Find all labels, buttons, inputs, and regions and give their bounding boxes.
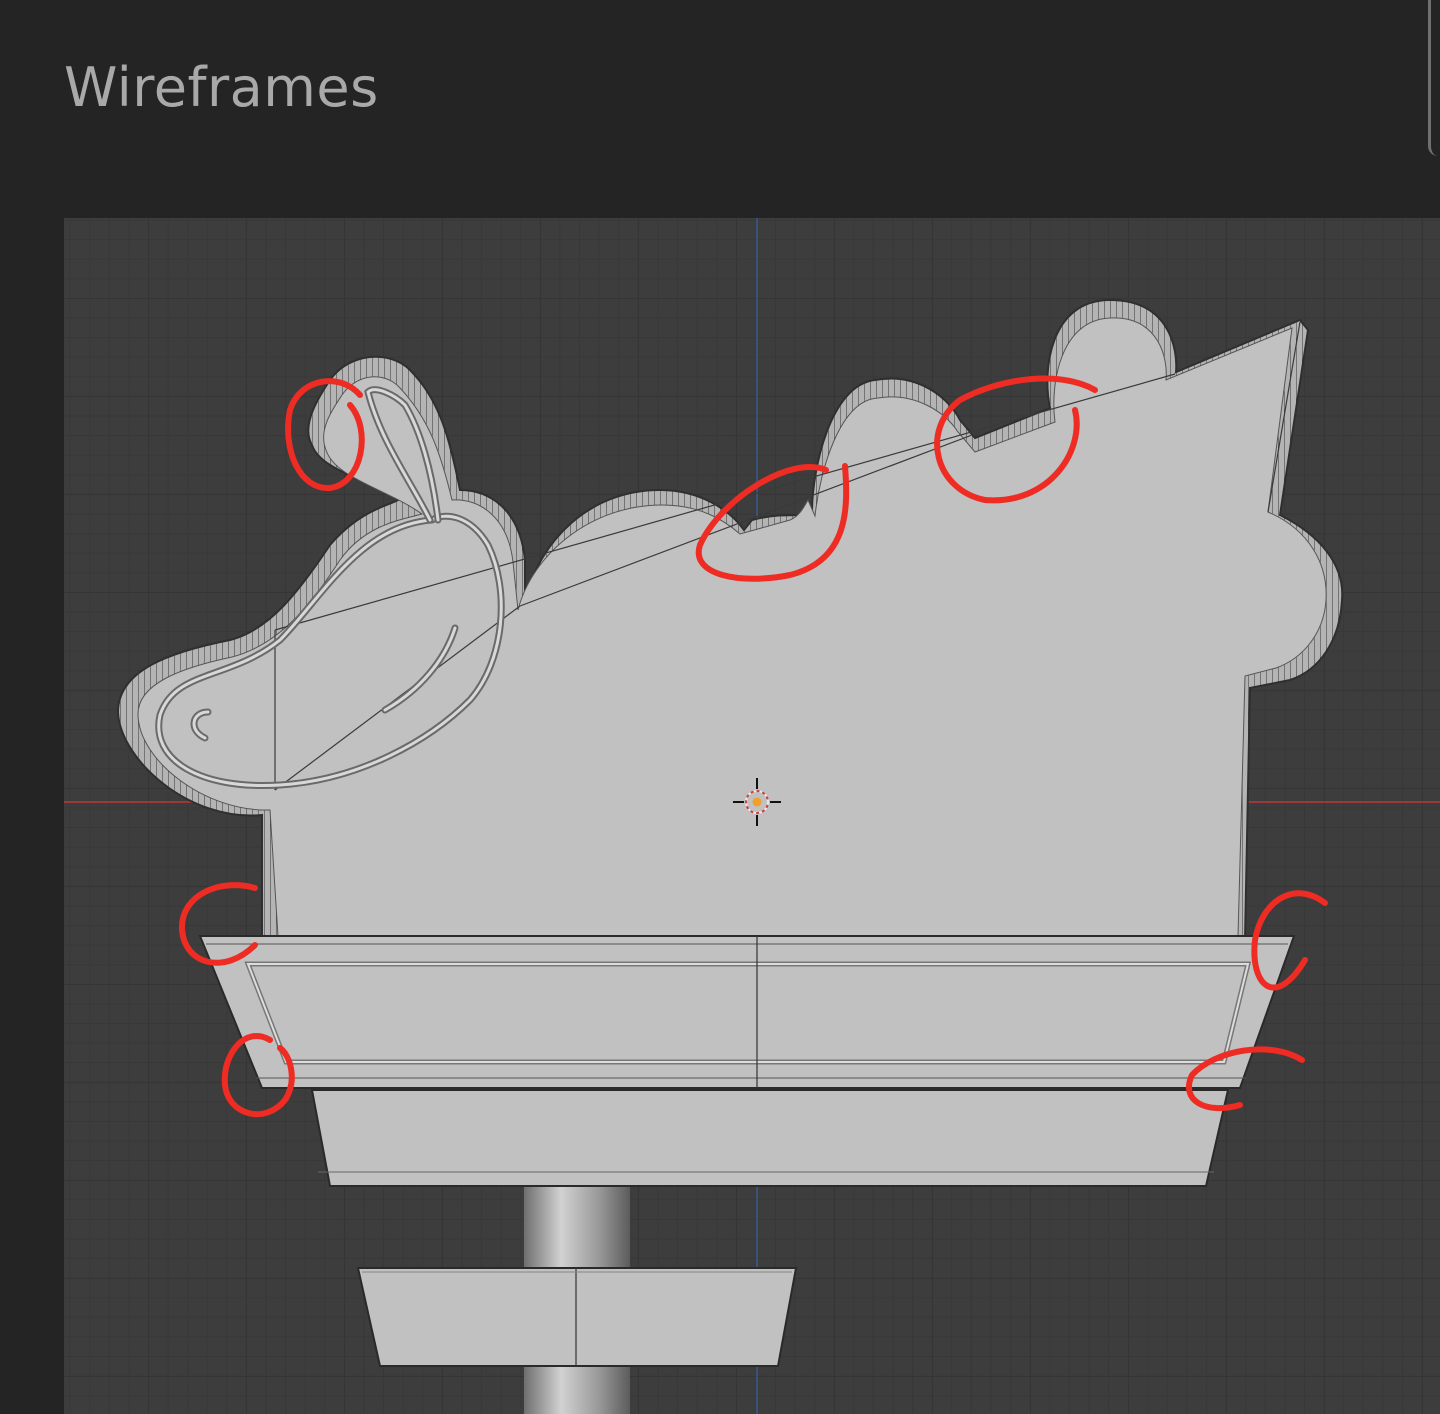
scrollbar[interactable]	[1428, 0, 1440, 156]
page-title: Wireframes	[64, 56, 379, 119]
header: Wireframes	[0, 0, 1440, 160]
app-window: Wireframes	[0, 0, 1440, 1414]
3d-viewport[interactable]	[64, 218, 1440, 1414]
viewport-scene	[64, 218, 1440, 1414]
mesh-plaque[interactable]	[198, 935, 1296, 1089]
mesh-lower-base[interactable]	[356, 1267, 798, 1367]
